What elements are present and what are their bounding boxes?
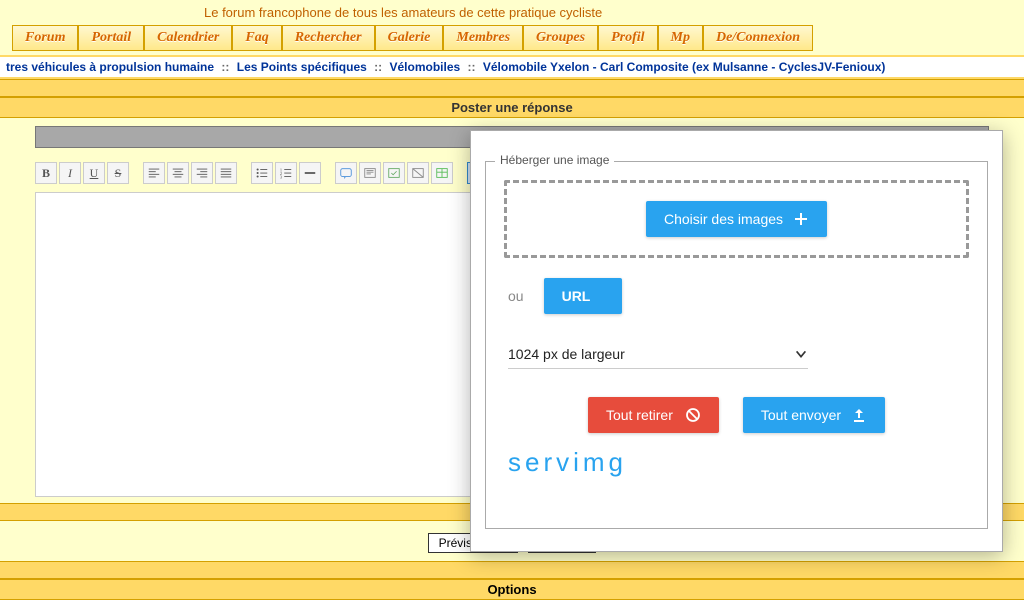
choose-images-button[interactable]: Choisir des images [646,201,827,237]
italic-button[interactable]: I [59,162,81,184]
or-label: ou [508,288,524,304]
nav-galerie[interactable]: Galerie [375,25,444,51]
breadcrumb-link-1[interactable]: tres véhicules à propulsion humaine [6,60,214,74]
breadcrumb: tres véhicules à propulsion humaine :: L… [0,55,1024,79]
underline-button[interactable]: U [83,162,105,184]
servimg-brand: servimg [504,447,969,478]
code-button[interactable] [359,162,381,184]
breadcrumb-sep: :: [221,60,229,74]
strike-button[interactable]: S [107,162,129,184]
width-select-value: 1024 px de largeur [508,346,625,362]
cancel-icon [685,407,701,423]
nav-membres[interactable]: Membres [443,25,523,51]
chevron-down-icon [794,347,808,361]
bold-button[interactable]: B [35,162,57,184]
nav-faq[interactable]: Faq [232,25,281,51]
width-select[interactable]: 1024 px de largeur [508,340,808,369]
quote-button[interactable] [335,162,357,184]
svg-text:3: 3 [280,174,283,179]
spoiler-button[interactable] [383,162,405,184]
plus-icon [793,211,809,227]
hide-button[interactable] [407,162,429,184]
nav-forum[interactable]: Forum [12,25,78,51]
upload-icon [851,407,867,423]
nav-mp[interactable]: Mp [658,25,703,51]
align-right-button[interactable] [191,162,213,184]
dropzone[interactable]: Choisir des images [504,180,969,258]
list-number-button[interactable]: 123 [275,162,297,184]
divider-bar [0,79,1024,97]
divider-bar [0,561,1024,579]
nav-portail[interactable]: Portail [78,25,144,51]
send-all-button[interactable]: Tout envoyer [743,397,885,433]
nav-connexion[interactable]: De/Connexion [703,25,813,51]
modal-legend: Héberger une image [495,153,614,167]
table-button[interactable] [431,162,453,184]
remove-all-label: Tout retirer [606,407,673,423]
choose-images-label: Choisir des images [664,211,783,227]
nav-groupes[interactable]: Groupes [523,25,598,51]
breadcrumb-sep: :: [374,60,382,74]
breadcrumb-link-2[interactable]: Les Points spécifiques [237,60,367,74]
nav-profil[interactable]: Profil [598,25,657,51]
url-label: URL [562,288,591,304]
url-button[interactable]: URL [544,278,623,314]
image-host-modal: Héberger une image Choisir des images ou… [470,130,1003,552]
remove-all-button[interactable]: Tout retirer [588,397,719,433]
options-title: Options [0,579,1024,600]
post-title: Poster une réponse [0,97,1024,118]
breadcrumb-sep: :: [468,60,476,74]
forum-tagline: Le forum francophone de tous les amateur… [0,0,1024,25]
nav-rechercher[interactable]: Rechercher [282,25,375,51]
align-left-button[interactable] [143,162,165,184]
send-all-label: Tout envoyer [761,407,841,423]
align-center-button[interactable] [167,162,189,184]
main-nav: Forum Portail Calendrier Faq Rechercher … [0,25,1024,51]
breadcrumb-link-3[interactable]: Vélomobiles [389,60,460,74]
list-bullet-button[interactable] [251,162,273,184]
breadcrumb-link-4[interactable]: Vélomobile Yxelon - Carl Composite (ex M… [483,60,886,74]
hr-button[interactable] [299,162,321,184]
align-justify-button[interactable] [215,162,237,184]
nav-calendrier[interactable]: Calendrier [144,25,232,51]
